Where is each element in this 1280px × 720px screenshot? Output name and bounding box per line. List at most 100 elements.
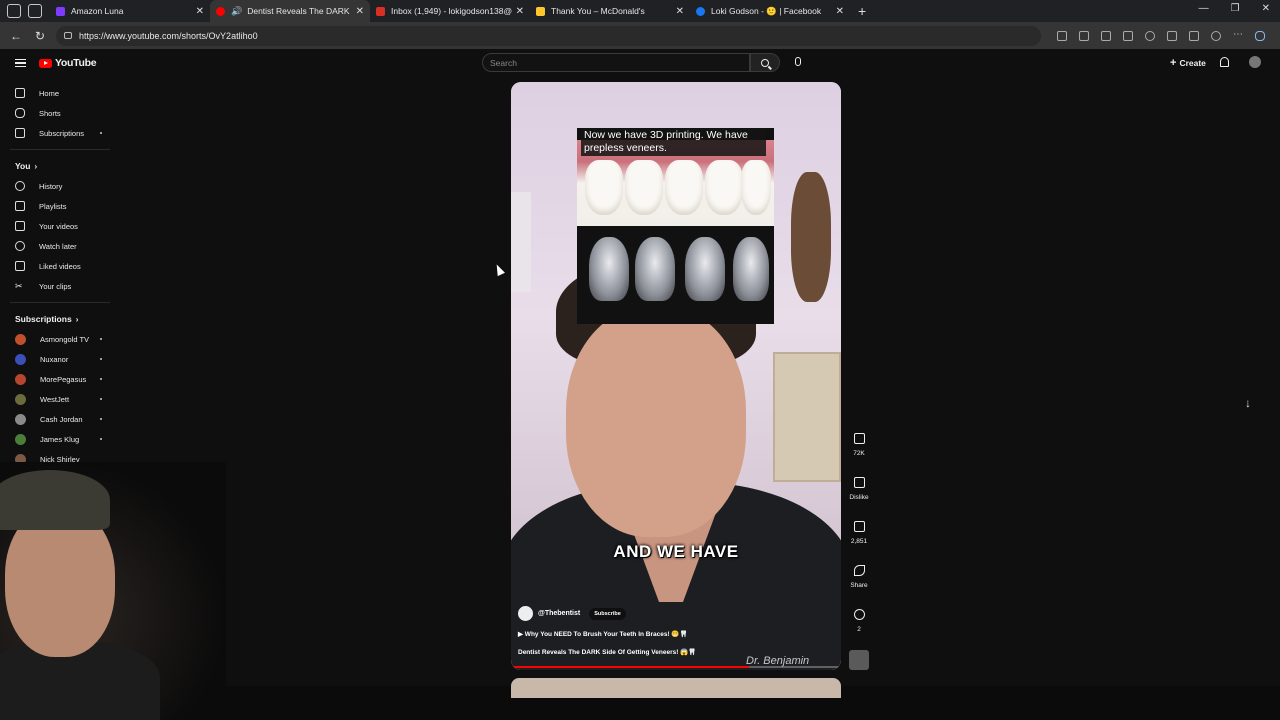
you-section-heading[interactable]: You ›	[0, 156, 120, 176]
tab-amazon-luna[interactable]: Amazon Luna ✕	[50, 0, 210, 22]
sidebar-item-label: James Klug	[40, 434, 80, 444]
new-content-dot	[100, 132, 102, 134]
favorite-icon[interactable]	[1101, 30, 1111, 41]
zoom-icon[interactable]	[1079, 30, 1089, 41]
short-video-player[interactable]: Now we have 3D printing. We have preples…	[511, 82, 841, 670]
channel-avatar	[15, 353, 26, 365]
sidebar-channel-item[interactable]: WestJett	[0, 389, 120, 409]
tab-mcdonalds[interactable]: Thank You – McDonald's ✕	[530, 0, 690, 22]
search-icon	[761, 58, 769, 67]
dislike-button[interactable]: Dislike	[846, 477, 872, 521]
url-field[interactable]: https://www.youtube.com/shorts/OvY2atlih…	[56, 25, 1041, 46]
sidebar-item-subscriptions[interactable]: Subscriptions	[0, 123, 120, 143]
close-tab-icon[interactable]: ✕	[516, 6, 524, 17]
mic-icon[interactable]	[795, 57, 801, 66]
chevron-right-icon: ›	[75, 314, 79, 324]
lock-icon[interactable]	[64, 32, 72, 39]
tab-gmail-inbox[interactable]: Inbox (1,949) - lokigodson138@g ✕	[370, 0, 530, 22]
sidebar-item-label: Your clips	[39, 281, 72, 291]
remix-button[interactable]: 2	[846, 609, 872, 653]
related-video-link[interactable]: ▶ Why You NEED To Brush Your Teeth In Br…	[518, 630, 688, 638]
sidebar-item-history[interactable]: History	[0, 176, 120, 196]
shorts-icon	[15, 108, 25, 118]
more-icon[interactable]: ⋯	[1233, 29, 1243, 41]
account-icon[interactable]	[1211, 30, 1221, 41]
sidebar-item-shorts[interactable]: Shorts	[0, 103, 120, 123]
tab-facebook[interactable]: Loki Godson - 🙂 | Facebook ✕	[690, 0, 850, 22]
short-actions: 72K Dislike 2,851 Share 2	[846, 433, 872, 653]
comment-count: 2,851	[850, 538, 868, 545]
share-button[interactable]: Share	[846, 565, 872, 609]
sidebar-item-label: Watch later	[39, 241, 77, 251]
channel-avatar	[15, 373, 26, 385]
tab-dentist-short[interactable]: 🔊 Dentist Reveals The DARK Si ✕	[210, 0, 370, 22]
sidebar-item-liked-videos[interactable]: Liked videos	[0, 256, 120, 276]
comments-button[interactable]: 2,851	[846, 521, 872, 565]
sidebar-item-playlists[interactable]: Playlists	[0, 196, 120, 216]
close-tab-icon[interactable]: ✕	[356, 6, 364, 17]
browser-toolbar: ⋯	[1057, 29, 1265, 41]
arrow-down-icon[interactable]: ↓	[1245, 396, 1251, 410]
profile-icon[interactable]	[1145, 30, 1155, 41]
sidebar-channel-item[interactable]: James Klug	[0, 429, 120, 449]
channel-name[interactable]: @Thebentist	[538, 610, 580, 617]
history-icon	[15, 181, 25, 191]
sidebar-item-label: Playlists	[39, 201, 67, 211]
youtube-favicon-icon	[216, 6, 225, 16]
close-tab-icon[interactable]: ✕	[196, 6, 204, 17]
bell-icon[interactable]	[1220, 57, 1229, 67]
sidebar-channel-item[interactable]: Asmongold TV	[0, 329, 120, 349]
subscribe-button[interactable]: Subscribe	[589, 607, 626, 620]
sidebar-item-home[interactable]: Home	[0, 83, 120, 103]
sidebar-item-label: MorePegasus	[40, 374, 87, 384]
close-tab-icon[interactable]: ✕	[836, 6, 844, 17]
create-button[interactable]: + Create	[1170, 57, 1206, 69]
like-button[interactable]: 72K	[846, 433, 872, 477]
minimize-icon[interactable]: —	[1199, 3, 1209, 14]
menu-icon[interactable]	[15, 58, 26, 68]
sidebar-item-watch-later[interactable]: Watch later	[0, 236, 120, 256]
new-content-dot	[100, 378, 102, 380]
tab-actions-icon[interactable]	[28, 4, 42, 18]
restore-icon[interactable]: ❐	[1231, 3, 1240, 14]
copilot-icon[interactable]	[1255, 30, 1265, 41]
youtube-logo[interactable]: YouTube	[39, 57, 97, 69]
new-content-dot	[100, 398, 102, 400]
new-content-dot	[100, 438, 102, 440]
new-tab-button[interactable]: +	[858, 3, 866, 19]
collections-icon[interactable]	[1189, 30, 1199, 41]
close-tab-icon[interactable]: ✕	[676, 6, 684, 17]
search-button[interactable]	[750, 53, 780, 72]
tab-title: Amazon Luna	[71, 6, 124, 16]
extensions-icon[interactable]	[1123, 30, 1133, 41]
youtube-header: YouTube Search + Create	[0, 49, 1280, 77]
close-window-icon[interactable]: ✕	[1262, 3, 1270, 14]
divider	[10, 149, 110, 150]
sidebar-channel-item[interactable]: MorePegasus	[0, 369, 120, 389]
you-heading-label: You	[15, 161, 31, 171]
next-short-preview[interactable]	[511, 678, 841, 698]
sidebar-channel-item[interactable]: Nuxanor	[0, 349, 120, 369]
back-icon[interactable]: ←	[8, 29, 24, 43]
avatar[interactable]	[1249, 56, 1261, 68]
dislike-icon	[853, 477, 865, 488]
favorites-bar-icon[interactable]	[1167, 30, 1177, 41]
workspaces-icon[interactable]	[7, 4, 21, 18]
refresh-icon[interactable]: ↻	[32, 29, 48, 43]
channel-avatar	[15, 433, 26, 445]
subscriptions-heading-label: Subscriptions	[15, 314, 72, 324]
channel-avatar[interactable]	[518, 606, 533, 621]
sidebar-item-your-videos[interactable]: Your videos	[0, 216, 120, 236]
new-content-dot	[100, 418, 102, 420]
url-text: https://www.youtube.com/shorts/OvY2atlih…	[79, 30, 258, 41]
sidebar-item-your-clips[interactable]: ✂ Your clips	[0, 276, 120, 296]
speaker-icon[interactable]: 🔊	[231, 6, 242, 17]
search-input[interactable]: Search	[482, 53, 750, 72]
sidebar-item-label: Asmongold TV	[40, 334, 90, 344]
window-controls: — ❐ ✕	[1199, 3, 1270, 14]
split-screen-icon[interactable]	[1057, 30, 1067, 41]
progress-bar[interactable]	[511, 666, 841, 668]
sound-thumbnail[interactable]	[849, 650, 869, 670]
sidebar-channel-item[interactable]: Cash Jordan	[0, 409, 120, 429]
subscriptions-section-heading[interactable]: Subscriptions ›	[0, 309, 120, 329]
